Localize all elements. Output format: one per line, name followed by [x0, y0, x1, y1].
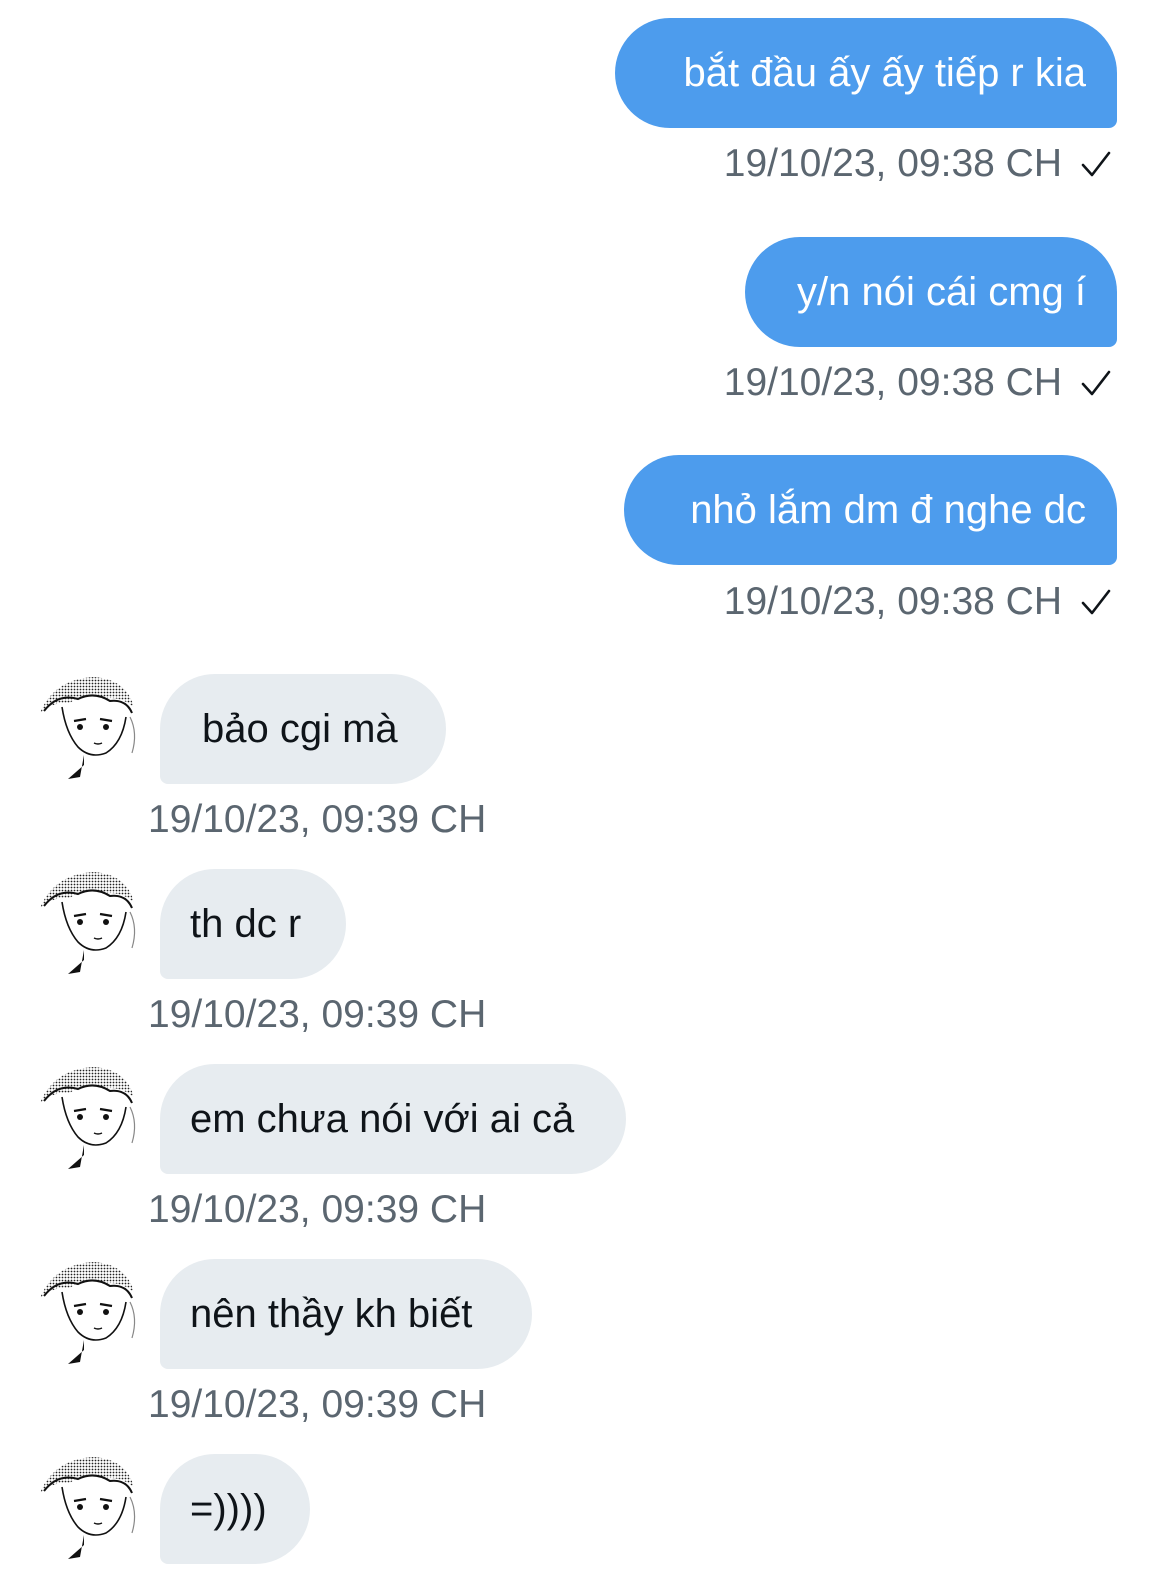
sent-message-bubble[interactable]: nhỏ lắm dm đ nghe dc: [624, 455, 1117, 565]
message-text: bảo cgi mà: [202, 707, 398, 751]
message-text: nên thầy kh biết: [190, 1292, 473, 1336]
message-timestamp: 19/10/23, 09:39 CH: [148, 1385, 486, 1424]
sent-message-bubble[interactable]: bắt đầu ấy ấy tiếp r kia: [615, 18, 1117, 128]
timestamp-text: 19/10/23, 09:39 CH: [148, 993, 487, 1036]
message-timestamp: 19/10/23, 09:38 CH: [724, 144, 1112, 183]
chat-thread: bắt đầu ấy ấy tiếp r kia 19/10/23, 09:38…: [0, 0, 1170, 1591]
received-message-bubble[interactable]: bảo cgi mà: [160, 674, 446, 784]
anime-avatar-icon[interactable]: [34, 1453, 144, 1563]
timestamp-text: 19/10/23, 09:39 CH: [148, 798, 487, 841]
anime-avatar-icon[interactable]: [34, 868, 144, 978]
message-text: th dc r: [190, 902, 302, 946]
checkmark-icon: [1081, 151, 1111, 176]
message-timestamp: 19/10/23, 09:39 CH: [148, 995, 486, 1034]
anime-avatar-icon[interactable]: [34, 673, 144, 783]
timestamp-text: 19/10/23, 09:39 CH: [148, 1383, 487, 1426]
message-text: =)))): [190, 1487, 267, 1531]
received-message-bubble[interactable]: th dc r: [160, 869, 346, 979]
message-timestamp: 19/10/23, 09:39 CH: [148, 800, 486, 839]
received-message-bubble[interactable]: em chưa nói với ai cả: [160, 1064, 626, 1174]
message-text: em chưa nói với ai cả: [190, 1097, 575, 1141]
anime-avatar-icon[interactable]: [34, 1063, 144, 1173]
timestamp-text: 19/10/23, 09:38 CH: [723, 142, 1062, 185]
timestamp-text: 19/10/23, 09:39 CH: [148, 1188, 487, 1231]
message-text: y/n nói cái cmg í: [796, 270, 1086, 314]
received-message-bubble[interactable]: nên thầy kh biết: [160, 1259, 532, 1369]
message-timestamp: 19/10/23, 09:38 CH: [724, 582, 1112, 621]
received-message-bubble[interactable]: =)))): [160, 1454, 310, 1564]
checkmark-icon: [1081, 589, 1111, 614]
anime-avatar-icon[interactable]: [34, 1258, 144, 1368]
message-text: bắt đầu ấy ấy tiếp r kia: [683, 51, 1086, 95]
message-text: nhỏ lắm dm đ nghe dc: [690, 488, 1086, 532]
message-timestamp: 19/10/23, 09:39 CH: [148, 1190, 486, 1229]
sent-message-bubble[interactable]: y/n nói cái cmg í: [745, 237, 1117, 347]
timestamp-text: 19/10/23, 09:38 CH: [723, 580, 1062, 623]
checkmark-icon: [1081, 370, 1111, 395]
message-timestamp: 19/10/23, 09:38 CH: [724, 363, 1112, 402]
timestamp-text: 19/10/23, 09:38 CH: [723, 361, 1062, 404]
